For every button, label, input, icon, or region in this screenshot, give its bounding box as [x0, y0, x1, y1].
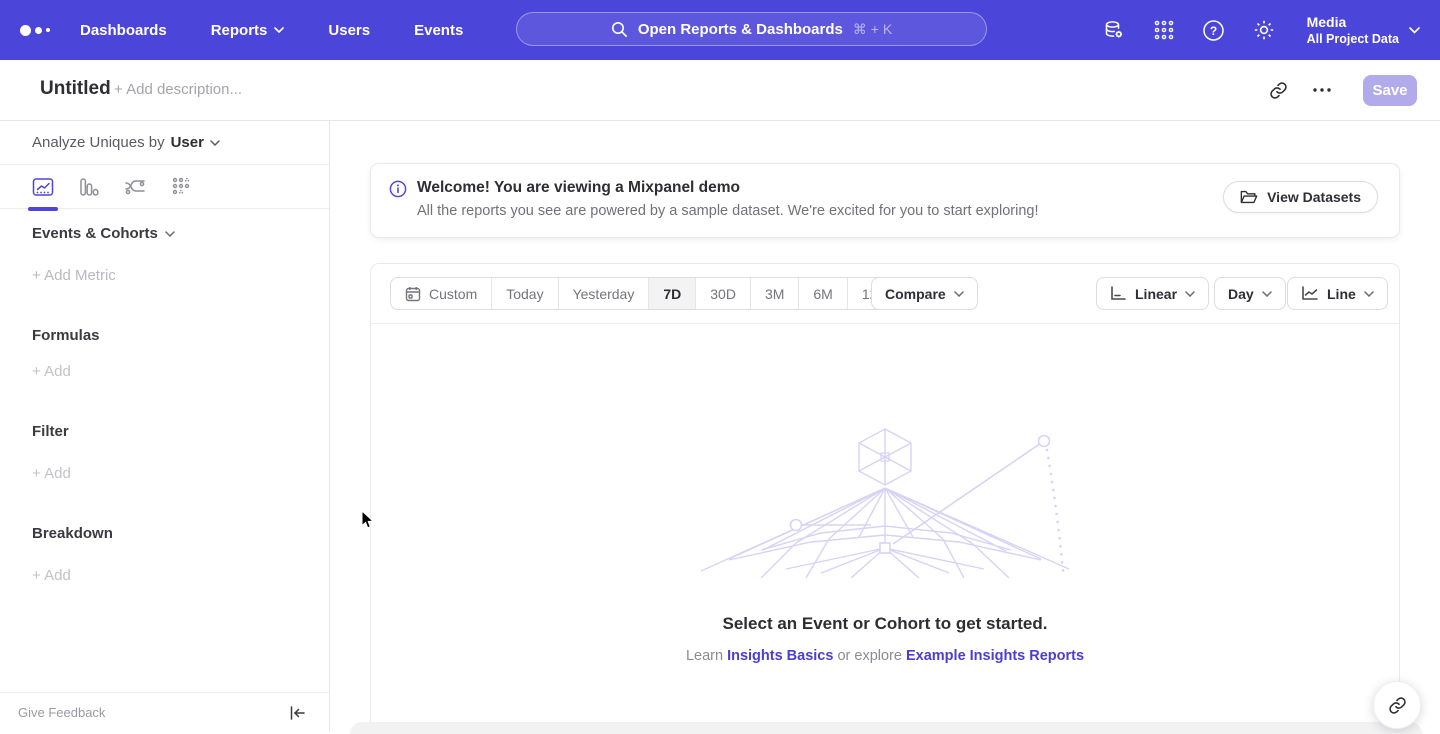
analyze-by-dropdown[interactable]: User [171, 134, 220, 151]
date-range-3m[interactable]: 3M [751, 278, 799, 309]
give-feedback-link[interactable]: Give Feedback [18, 705, 105, 720]
formulas-header: Formulas [32, 326, 100, 346]
folder-icon [1240, 189, 1258, 205]
flows-icon[interactable] [124, 176, 146, 198]
copy-link-button[interactable] [1264, 76, 1292, 104]
report-title[interactable]: Untitled [40, 78, 111, 100]
compare-button[interactable]: Compare [871, 277, 978, 310]
chevron-down-icon [165, 231, 175, 237]
sidebar-footer: Give Feedback [0, 692, 329, 732]
global-search-input[interactable]: Open Reports & Dashboards ⌘ + K [516, 12, 987, 46]
more-options-button[interactable] [1308, 76, 1336, 104]
chevron-down-icon [1364, 291, 1374, 297]
analyze-by-label: Analyze Uniques by [32, 134, 165, 151]
bottom-panel-edge[interactable] [350, 722, 1422, 734]
mixpanel-logo[interactable] [20, 0, 50, 60]
add-formula-button[interactable]: + Add [32, 362, 71, 382]
nav-dashboards[interactable]: Dashboards [80, 22, 167, 39]
filter-header: Filter [32, 422, 69, 442]
date-range-30d[interactable]: 30D [696, 278, 751, 309]
chart-controls-row: Custom Today Yesterday 7D 30D 3M 6M 12M … [371, 264, 1399, 324]
bar-chart-icon[interactable] [78, 176, 100, 198]
chevron-down-icon [210, 140, 220, 146]
breakdown-header: Breakdown [32, 524, 113, 544]
date-range-today[interactable]: Today [492, 278, 558, 309]
project-selector[interactable]: Media All Project Data [1307, 14, 1420, 47]
settings-gear-icon[interactable] [1251, 17, 1277, 43]
add-metric-button[interactable]: + Add Metric [32, 266, 116, 286]
apps-grid-icon[interactable] [1151, 17, 1177, 43]
chevron-down-icon [1262, 291, 1272, 297]
collapse-sidebar-icon[interactable] [290, 706, 305, 720]
search-shortcut: ⌘ + K [853, 21, 892, 38]
top-nav: Dashboards Reports Users Events Open Rep… [0, 0, 1440, 60]
calendar-icon [405, 286, 421, 302]
date-range-custom[interactable]: Custom [391, 278, 492, 309]
report-header: Untitled + Add description... Save [0, 60, 1440, 121]
learn-prefix: Learn [686, 648, 727, 664]
empty-state-title: Select an Event or Cohort to get started… [370, 614, 1400, 634]
add-filter-button[interactable]: + Add [32, 464, 71, 484]
chart-type-tabs [0, 165, 329, 209]
view-datasets-button[interactable]: View Datasets [1223, 181, 1378, 213]
interval-selector-button[interactable]: Day [1214, 277, 1286, 310]
nav-reports[interactable]: Reports [211, 22, 285, 39]
chevron-down-icon [1185, 291, 1195, 297]
nav-users[interactable]: Users [328, 22, 370, 39]
middle-text: or explore [833, 648, 906, 664]
project-name: Media [1307, 14, 1399, 31]
info-icon [389, 180, 407, 198]
chevron-down-icon [954, 291, 964, 297]
save-button[interactable]: Save [1363, 75, 1417, 106]
insights-basics-link[interactable]: Insights Basics [727, 648, 833, 664]
example-reports-link[interactable]: Example Insights Reports [906, 648, 1084, 664]
demo-banner: Welcome! You are viewing a Mixpanel demo… [370, 163, 1400, 238]
banner-body: All the reports you see are powered by a… [417, 203, 1039, 219]
axis-scale-icon [1110, 286, 1127, 301]
chevron-down-icon [1409, 27, 1420, 34]
date-range-6m[interactable]: 6M [799, 278, 847, 309]
more-options-icon [1313, 88, 1331, 92]
line-chart-icon [1301, 286, 1319, 301]
chevron-down-icon [274, 27, 284, 33]
link-icon [1269, 81, 1288, 100]
add-breakdown-button[interactable]: + Add [32, 566, 71, 586]
date-range-yesterday[interactable]: Yesterday [559, 278, 650, 309]
help-icon[interactable]: ? [1201, 17, 1227, 43]
chart-type-selector-button[interactable]: Line [1287, 277, 1388, 310]
insights-line-icon[interactable] [32, 176, 54, 198]
search-icon [611, 21, 628, 38]
data-management-icon[interactable] [1101, 17, 1127, 43]
events-cohorts-header[interactable]: Events & Cohorts [32, 224, 175, 244]
report-description-placeholder[interactable]: + Add description... [114, 81, 242, 98]
empty-state-links: Learn Insights Basics or explore Example… [370, 648, 1400, 664]
link-icon [1388, 696, 1407, 715]
project-scope: All Project Data [1307, 31, 1399, 47]
analyze-by-row: Analyze Uniques by User [0, 121, 329, 165]
date-range-segmented-control: Custom Today Yesterday 7D 30D 3M 6M 12M [390, 277, 904, 310]
empty-state-illustration [701, 423, 1071, 578]
scale-selector-button[interactable]: Linear [1096, 277, 1209, 310]
svg-text:?: ? [1210, 23, 1217, 37]
banner-title: Welcome! You are viewing a Mixpanel demo [417, 179, 740, 197]
search-placeholder: Open Reports & Dashboards [638, 21, 843, 38]
floating-share-button[interactable] [1373, 681, 1421, 729]
nav-events[interactable]: Events [414, 22, 463, 39]
date-range-7d[interactable]: 7D [649, 278, 696, 309]
query-sidebar: Analyze Uniques by User [0, 121, 330, 732]
retention-grid-icon[interactable] [170, 176, 192, 198]
